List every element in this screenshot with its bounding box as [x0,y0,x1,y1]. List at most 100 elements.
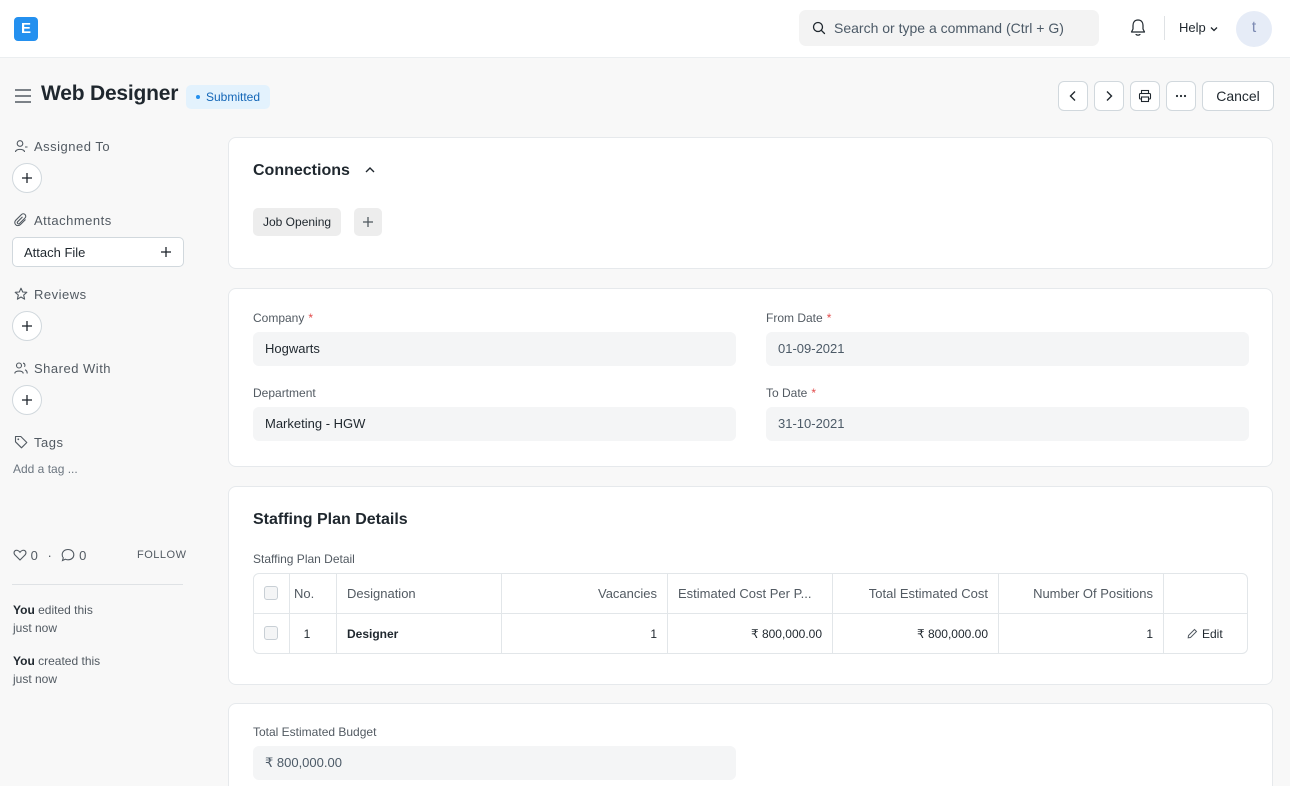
row-total-cost[interactable]: ₹ 800,000.00 [833,614,999,653]
row-cost-per-position[interactable]: ₹ 800,000.00 [668,614,833,653]
bell-icon[interactable] [1129,18,1147,38]
reviews-label: Reviews [14,287,87,302]
row-vacancies[interactable]: 1 [502,614,668,653]
next-record-button[interactable] [1094,81,1124,111]
details-card: Company * Hogwarts From Date * 01-09-2021 … [228,288,1273,467]
company-label-text: Company [253,311,305,325]
total-budget-field[interactable]: ₹ 800,000.00 [253,746,736,780]
user-avatar[interactable]: t [1236,11,1272,47]
activity-user: You [13,654,35,668]
star-icon [14,287,28,300]
staffing-plan-title: Staffing Plan Details [253,511,408,528]
plus-icon [22,321,32,331]
activity-text: edited this [38,603,93,617]
comment-icon[interactable] [61,548,75,562]
from-date-label-text: From Date [766,311,823,325]
table-header-row: No. Designation Vacancies Estimated Cost… [254,574,1247,614]
column-header-cost-per-position: Estimated Cost Per P... [668,574,833,614]
add-share-button[interactable] [12,385,42,415]
add-tag-link[interactable]: Add a tag ... [13,462,78,476]
add-job-opening-button[interactable] [354,208,382,236]
app-logo[interactable]: E [14,17,38,41]
row-number: 1 [290,614,337,653]
user-icon [14,140,28,153]
heart-icon[interactable] [13,548,27,562]
staffing-plan-card: Staffing Plan Details Staffing Plan Deta… [228,486,1273,685]
activity-text: created this [38,654,101,668]
navbar: E Search or type a command (Ctrl + G) He… [0,0,1290,58]
more-actions-button[interactable] [1166,81,1196,111]
staffing-table-label: Staffing Plan Detail [253,552,355,566]
add-review-button[interactable] [12,311,42,341]
row-edit-button[interactable]: Edit [1164,614,1247,653]
assigned-to-text: Assigned To [34,139,111,154]
users-icon [14,362,28,374]
connections-card: Connections Job Opening [228,137,1273,269]
select-all-checkbox[interactable] [264,586,278,600]
pencil-icon [1187,628,1198,639]
edit-label: Edit [1202,627,1223,641]
connections-title-text: Connections [253,162,350,179]
shared-with-text: Shared With [34,361,112,376]
job-opening-link[interactable]: Job Opening [253,208,342,236]
search-placeholder: Search or type a command (Ctrl + G) [834,20,1064,36]
row-select-cell [254,614,290,653]
row-designation[interactable]: Designer [337,614,502,653]
required-mark: * [308,311,314,325]
search-icon [812,21,826,35]
navbar-divider [1164,16,1165,40]
help-label: Help [1179,20,1206,35]
more-horizontal-icon [1175,94,1187,98]
plus-icon [22,395,32,405]
attach-file-label: Attach File [24,245,86,260]
column-header-designation: Designation [337,574,502,614]
follow-button[interactable]: FOLLOW [137,549,186,561]
reviews-text: Reviews [34,287,87,302]
row-positions[interactable]: 1 [999,614,1164,653]
to-date-field[interactable]: 31-10-2021 [766,407,1249,441]
chevron-up-icon [365,167,375,173]
row-checkbox[interactable] [264,626,278,640]
plus-icon [363,217,373,227]
plus-icon [22,173,32,183]
from-date-label: From Date * [766,311,831,325]
assigned-to-label: Assigned To [14,139,110,154]
department-label: Department [253,386,316,400]
page-title: Web Designer [41,82,179,105]
print-button[interactable] [1130,81,1160,111]
activity-time: just now [13,672,58,686]
paperclip-icon [14,213,27,227]
activity-time: just now [13,621,58,635]
tags-text: Tags [34,435,64,450]
budget-card: Total Estimated Budget ₹ 800,000.00 [228,703,1273,786]
column-header-positions: Number Of Positions [999,574,1164,614]
sidebar-toggle-icon[interactable] [14,88,32,104]
column-header-vacancies: Vacancies [502,574,668,614]
attach-file-button[interactable]: Attach File [12,237,184,267]
department-field[interactable]: Marketing - HGW [253,407,736,441]
add-assignee-button[interactable] [12,163,42,193]
column-header-total-cost: Total Estimated Cost [833,574,999,614]
tag-icon [14,435,28,449]
likes-count: 0 [30,548,38,563]
staffing-plan-table: No. Designation Vacancies Estimated Cost… [253,573,1248,654]
from-date-field[interactable]: 01-09-2021 [766,332,1249,366]
to-date-label-text: To Date [766,386,808,400]
table-row[interactable]: 1 Designer 1 ₹ 800,000.00 ₹ 800,000.00 1… [254,614,1247,653]
connections-title[interactable]: Connections [253,162,376,180]
company-field[interactable]: Hogwarts [253,332,736,366]
search-bar[interactable]: Search or type a command (Ctrl + G) [799,10,1099,46]
chevron-down-icon [1210,26,1218,31]
cancel-button[interactable]: Cancel [1202,81,1274,111]
help-dropdown[interactable]: Help [1179,20,1219,35]
printer-icon [1138,89,1152,103]
required-mark: * [811,386,817,400]
attachments-text: Attachments [34,213,112,228]
to-date-label: To Date * [766,386,816,400]
column-header-no: No. [290,574,337,614]
separator-dot: · [47,548,52,563]
company-label: Company * [253,311,313,325]
previous-record-button[interactable] [1058,81,1088,111]
attachments-label: Attachments [14,213,112,228]
chevron-right-icon [1106,91,1113,101]
